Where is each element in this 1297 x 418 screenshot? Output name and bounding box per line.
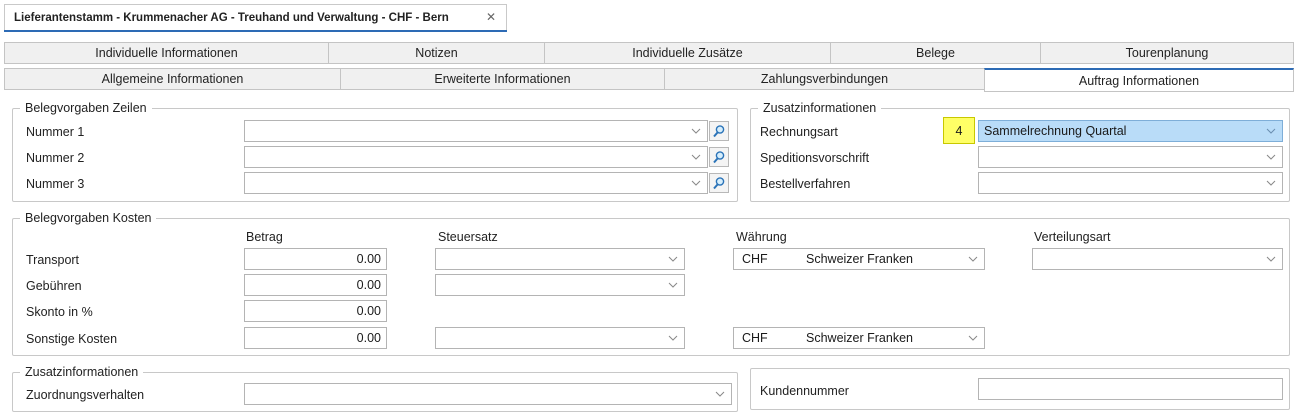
chevron-down-icon — [691, 154, 701, 160]
nummer-1-combo[interactable] — [244, 120, 708, 142]
step-badge: 4 — [943, 117, 975, 144]
header-betrag: Betrag — [246, 230, 283, 244]
header-verteilungsart: Verteilungsart — [1034, 230, 1111, 244]
document-title: Lieferantenstamm - Krummenacher AG - Tre… — [14, 12, 449, 24]
chevron-down-icon — [668, 335, 678, 341]
label-gebuehren: Gebühren — [26, 279, 82, 293]
chevron-down-icon — [968, 256, 978, 262]
document-tab-indicator — [4, 30, 507, 32]
group-title-zusatzinformationen-top: Zusatzinformationen — [758, 101, 882, 115]
group-title-zusatzinformationen-bottom: Zusatzinformationen — [20, 365, 144, 379]
tab-erweiterte-informationen[interactable]: Erweiterte Informationen — [340, 68, 664, 90]
sonstige-kosten-betrag-field[interactable]: 0.00 — [244, 327, 387, 349]
label-bestellverfahren: Bestellverfahren — [760, 177, 851, 191]
header-waehrung: Währung — [736, 230, 787, 244]
transport-betrag-field[interactable]: 0.00 — [244, 248, 387, 270]
magnifier-icon — [713, 125, 725, 138]
label-rechnungsart: Rechnungsart — [760, 125, 838, 139]
tab-belege[interactable]: Belege — [830, 42, 1040, 64]
label-kundennummer: Kundennummer — [760, 384, 849, 398]
tab-notizen[interactable]: Notizen — [328, 42, 544, 64]
bestellverfahren-combo[interactable] — [978, 172, 1283, 194]
label-nummer-2: Nummer 2 — [26, 151, 85, 165]
label-transport: Transport — [26, 253, 80, 267]
chevron-down-icon — [668, 282, 678, 288]
gebuehren-steuersatz-combo[interactable] — [435, 274, 685, 296]
gebuehren-betrag-field[interactable]: 0.00 — [244, 274, 387, 296]
tab-individuelle-zusaetze[interactable]: Individuelle Zusätze — [544, 42, 830, 64]
magnifier-icon — [713, 177, 725, 190]
tab-zahlungsverbindungen[interactable]: Zahlungsverbindungen — [664, 68, 984, 90]
tab-tourenplanung[interactable]: Tourenplanung — [1040, 42, 1294, 64]
document-tab[interactable]: Lieferantenstamm - Krummenacher AG - Tre… — [4, 4, 507, 31]
chevron-down-icon — [691, 128, 701, 134]
chevron-down-icon — [691, 180, 701, 186]
kundennummer-field[interactable] — [978, 378, 1283, 400]
rechnungsart-value: Sammelrechnung Quartal — [984, 124, 1127, 138]
nummer-2-combo[interactable] — [244, 146, 708, 168]
sonstige-kosten-steuersatz-combo[interactable] — [435, 327, 685, 349]
chevron-down-icon — [668, 256, 678, 262]
chevron-down-icon — [1266, 256, 1276, 262]
skonto-betrag-field[interactable]: 0.00 — [244, 300, 387, 322]
transport-waehrung-code: CHF — [742, 252, 768, 266]
tab-auftrag-informationen[interactable]: Auftrag Informationen — [984, 68, 1294, 92]
chevron-down-icon — [1266, 180, 1276, 186]
chevron-down-icon — [715, 391, 725, 397]
chevron-down-icon — [1266, 154, 1276, 160]
chevron-down-icon — [968, 335, 978, 341]
sonstige-kosten-waehrung-combo[interactable]: CHF Schweizer Franken — [733, 327, 985, 349]
nummer-3-combo[interactable] — [244, 172, 708, 194]
magnifier-icon — [713, 151, 725, 164]
label-sonstige-kosten: Sonstige Kosten — [26, 332, 118, 346]
sonstige-kosten-waehrung-code: CHF — [742, 331, 768, 345]
tab-allgemeine-informationen[interactable]: Allgemeine Informationen — [4, 68, 340, 90]
nummer-1-lookup-button[interactable] — [709, 121, 729, 141]
zuordnungsverhalten-combo[interactable] — [244, 383, 732, 405]
tab-row-1: Individuelle Informationen Notizen Indiv… — [4, 42, 1294, 64]
nummer-3-lookup-button[interactable] — [709, 173, 729, 193]
tab-individuelle-informationen[interactable]: Individuelle Informationen — [4, 42, 328, 64]
label-nummer-1: Nummer 1 — [26, 125, 85, 139]
rechnungsart-combo[interactable]: Sammelrechnung Quartal — [978, 120, 1283, 142]
sonstige-kosten-waehrung-name: Schweizer Franken — [806, 331, 913, 345]
header-steuersatz: Steuersatz — [438, 230, 498, 244]
close-icon[interactable]: ✕ — [486, 10, 496, 24]
tab-row-2: Allgemeine Informationen Erweiterte Info… — [4, 68, 1294, 92]
label-zuordnungsverhalten: Zuordnungsverhalten — [26, 388, 145, 402]
transport-steuersatz-combo[interactable] — [435, 248, 685, 270]
transport-verteilungsart-combo[interactable] — [1032, 248, 1283, 270]
transport-waehrung-name: Schweizer Franken — [806, 252, 913, 266]
label-speditionsvorschrift: Speditionsvorschrift — [760, 151, 870, 165]
label-nummer-3: Nummer 3 — [26, 177, 85, 191]
transport-waehrung-combo[interactable]: CHF Schweizer Franken — [733, 248, 985, 270]
speditionsvorschrift-combo[interactable] — [978, 146, 1283, 168]
group-title-belegvorgaben-zeilen: Belegvorgaben Zeilen — [20, 101, 152, 115]
label-skonto: Skonto in % — [26, 305, 93, 319]
group-title-belegvorgaben-kosten: Belegvorgaben Kosten — [20, 211, 157, 225]
nummer-2-lookup-button[interactable] — [709, 147, 729, 167]
chevron-down-icon — [1266, 128, 1276, 134]
